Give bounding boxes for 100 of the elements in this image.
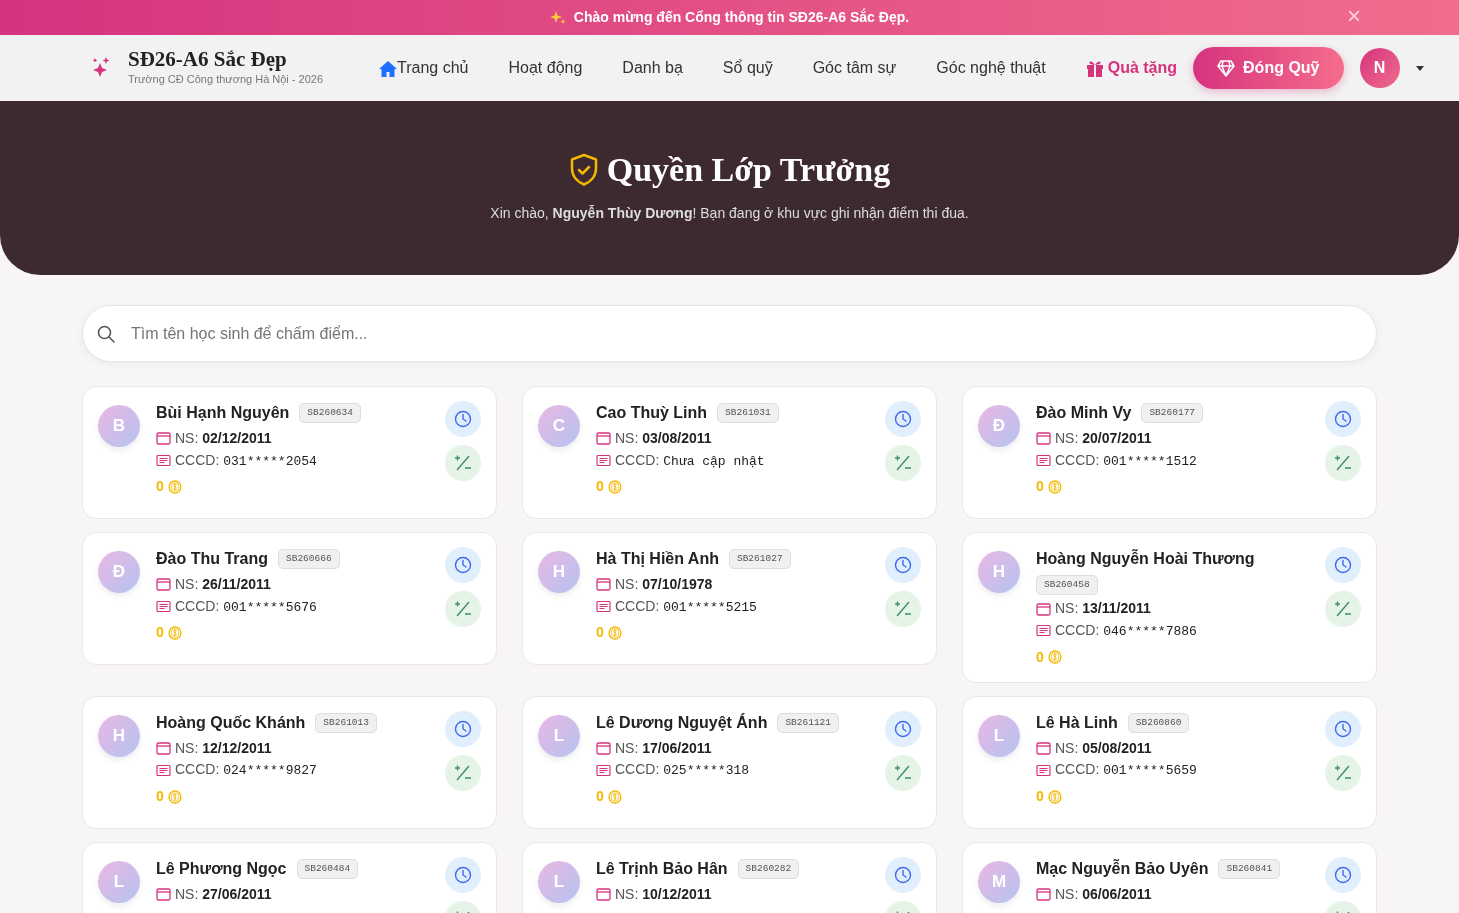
- adjust-points-button[interactable]: [885, 591, 921, 627]
- history-button[interactable]: [885, 547, 921, 583]
- birth-date: NS: 06/06/2011: [1055, 885, 1152, 903]
- adjust-points-button[interactable]: [445, 445, 481, 481]
- adjust-points-button[interactable]: [1325, 445, 1361, 481]
- points-value: 0: [596, 623, 604, 643]
- student-code: SB260484: [296, 858, 359, 879]
- student-code: SB261013: [315, 712, 377, 733]
- home-icon: [379, 59, 398, 77]
- id-number: CCCD: 024*****9827: [175, 761, 317, 780]
- clock-icon: [1334, 719, 1352, 738]
- calendar-icon: [1036, 887, 1051, 902]
- adjust-points-button[interactable]: [1325, 754, 1361, 791]
- plus-minus-icon: [1334, 600, 1352, 618]
- student-code: SB260282: [737, 858, 800, 879]
- history-button[interactable]: [885, 401, 921, 437]
- plus-minus-icon: [894, 454, 912, 472]
- nav-link[interactable]: Danh bạ: [622, 56, 683, 80]
- student-name: Hoàng Quốc Khánh: [156, 712, 306, 733]
- calendar-icon: [596, 887, 611, 902]
- plus-minus-icon: [894, 763, 912, 782]
- history-button[interactable]: [1325, 856, 1361, 893]
- coin-icon: [607, 625, 622, 640]
- id-card-icon: [596, 763, 611, 777]
- adjust-points-button[interactable]: [885, 754, 921, 791]
- student-code: SB260634: [299, 402, 361, 424]
- id-number: CCCD: 046*****7886: [1055, 622, 1197, 640]
- student-code: SB260841: [1218, 858, 1281, 879]
- id-number: CCCD: 031*****2054: [175, 451, 317, 470]
- nav-link[interactable]: Góc nghệ thuật: [936, 56, 1046, 80]
- points-value: 0: [156, 623, 164, 643]
- clock-icon: [1334, 556, 1352, 574]
- brand-title[interactable]: SĐ26-A6 Sắc Đẹp: [128, 48, 324, 72]
- coin-icon: [607, 479, 622, 494]
- search-field[interactable]: Tìm tên học sinh để chấm điểm...: [82, 305, 1377, 362]
- nav-link[interactable]: Hoạt động: [508, 56, 583, 80]
- student-avatar: C: [538, 405, 580, 447]
- coin-icon: [607, 789, 622, 804]
- coin-icon: [167, 789, 182, 804]
- history-button[interactable]: [445, 401, 481, 437]
- caret-icon[interactable]: [1415, 65, 1424, 71]
- birth-date: NS: 17/06/2011: [615, 739, 712, 757]
- nav-link[interactable]: Trang chủ: [379, 56, 469, 80]
- history-button[interactable]: [445, 856, 481, 893]
- student-code: SB261027: [728, 548, 791, 570]
- coin-icon: [167, 625, 182, 640]
- student-name: Mạc Nguyễn Bảo Uyên: [1036, 858, 1209, 879]
- student-name: Lê Trịnh Bảo Hân: [596, 858, 728, 879]
- clock-icon: [454, 719, 472, 738]
- points-value: 0: [596, 787, 604, 807]
- student-name: Đào Minh Vy: [1036, 403, 1132, 423]
- student-avatar: L: [538, 860, 580, 903]
- plus-minus-icon: [1334, 454, 1352, 472]
- birth-date: NS: 27/06/2011: [175, 885, 272, 903]
- adjust-points-button[interactable]: [885, 445, 921, 481]
- id-number: CCCD: 001*****5676: [175, 597, 317, 616]
- birth-date: NS: 10/12/2011: [615, 885, 712, 903]
- history-button[interactable]: [445, 710, 481, 747]
- plus-minus-icon: [894, 600, 912, 618]
- history-button[interactable]: [885, 856, 921, 893]
- adjust-points-button[interactable]: [445, 591, 481, 627]
- clock-icon: [894, 410, 912, 428]
- student-name: Lê Phương Ngọc: [156, 858, 287, 879]
- calendar-icon: [596, 431, 611, 446]
- history-button[interactable]: [445, 547, 481, 583]
- student-name: Hoàng Nguyễn Hoài Thương: [1036, 548, 1255, 569]
- student-avatar: M: [978, 860, 1020, 903]
- id-card-icon: [596, 600, 611, 614]
- clock-icon: [894, 556, 912, 574]
- donate-button[interactable]: Đóng Quỹ: [1193, 47, 1344, 89]
- id-number: CCCD: 025*****318: [615, 761, 750, 780]
- nav-link[interactable]: Quà tặng: [1085, 56, 1178, 80]
- history-button[interactable]: [1325, 401, 1361, 437]
- coin-icon: [1047, 650, 1062, 665]
- plus-minus-icon: [454, 600, 472, 618]
- nav-link[interactable]: Sổ quỹ: [722, 56, 773, 80]
- plus-minus-icon: [454, 454, 472, 472]
- calendar-icon: [156, 431, 171, 446]
- student-code: SB260860: [1127, 712, 1190, 733]
- clock-icon: [1334, 865, 1352, 884]
- student-avatar: L: [538, 714, 580, 757]
- birth-date: NS: 12/12/2011: [175, 739, 272, 757]
- calendar-icon: [1036, 601, 1051, 616]
- nav-link[interactable]: Góc tâm sự: [812, 56, 897, 80]
- id-number: CCCD: Chưa cập nhật: [615, 451, 765, 470]
- clock-icon: [1334, 410, 1352, 428]
- adjust-points-button[interactable]: [1325, 591, 1361, 627]
- adjust-points-button[interactable]: [445, 754, 481, 791]
- user-avatar[interactable]: N: [1359, 48, 1400, 88]
- history-button[interactable]: [885, 710, 921, 747]
- id-card-icon: [156, 454, 171, 468]
- student-name: Cao Thuỳ Linh: [596, 403, 708, 423]
- points-value: 0: [156, 477, 164, 497]
- birth-date: NS: 20/07/2011: [1055, 430, 1152, 447]
- student-avatar: L: [98, 860, 140, 903]
- history-button[interactable]: [1325, 547, 1361, 583]
- brand-subtitle: Trường CĐ Công thương Hà Nội - 2026: [128, 72, 324, 88]
- student-code: SB261031: [717, 402, 779, 424]
- student-name: Đào Thu Trang: [156, 549, 268, 569]
- history-button[interactable]: [1325, 710, 1361, 747]
